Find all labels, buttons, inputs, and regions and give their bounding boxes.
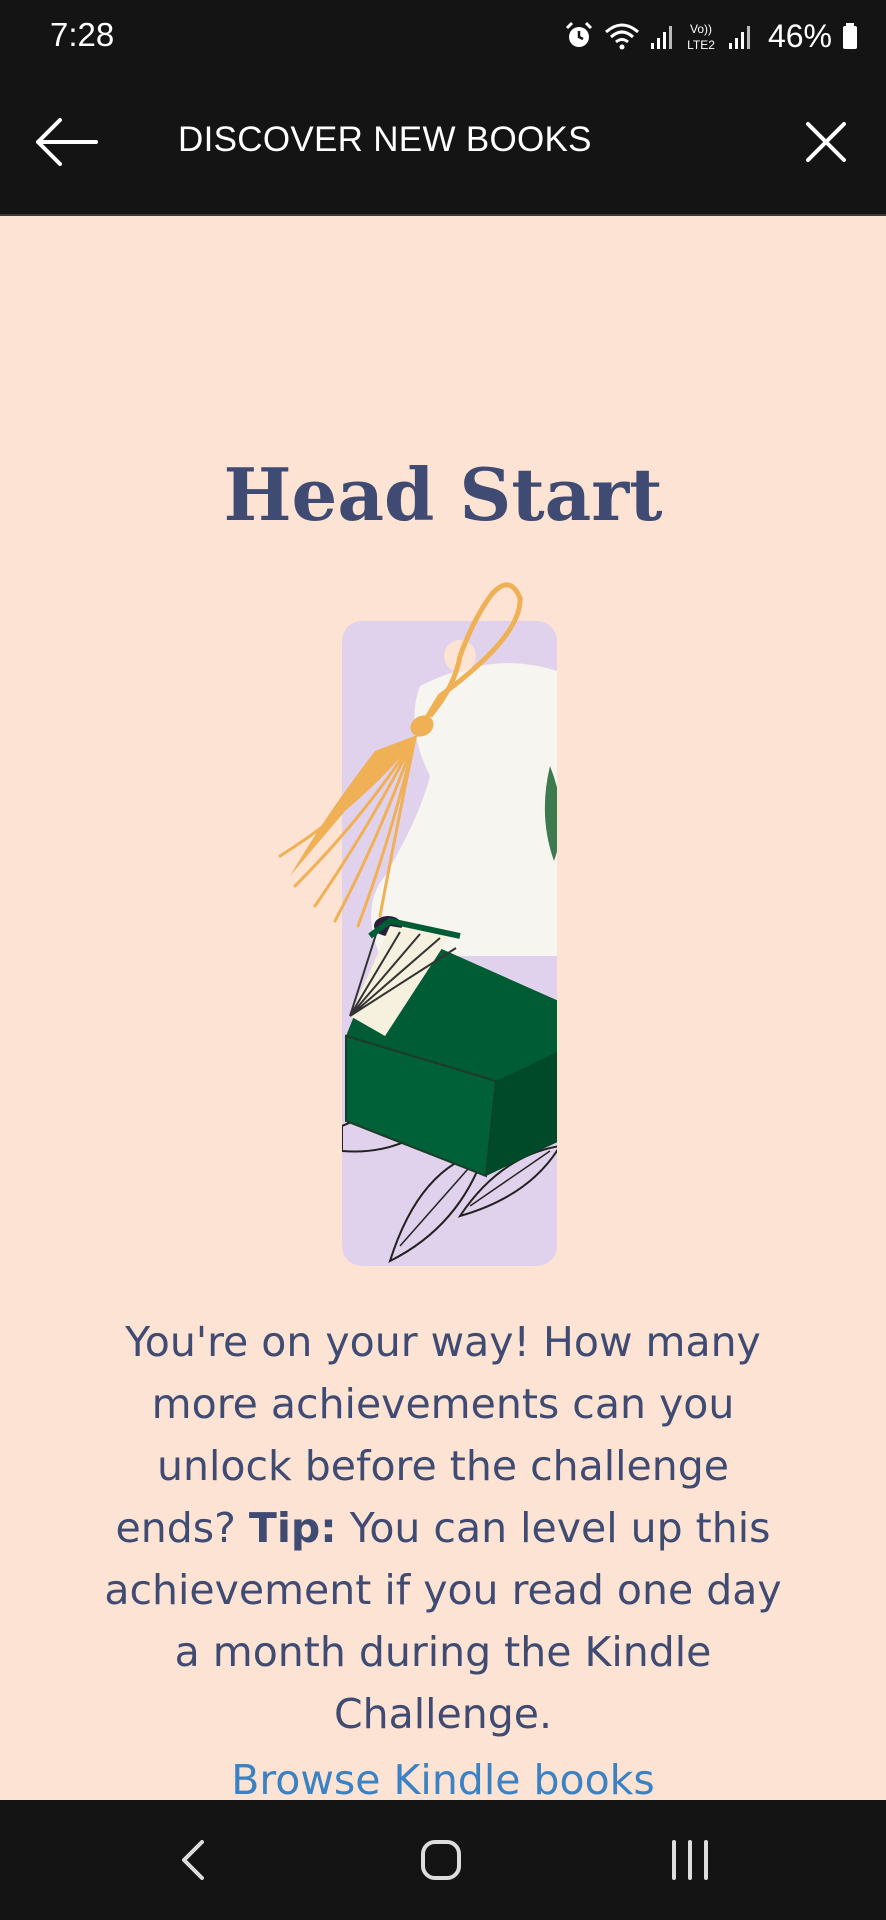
- close-icon: [806, 122, 846, 162]
- status-icons: Vo)) LTE2 46%: [564, 14, 858, 58]
- browse-kindle-books-link[interactable]: Browse Kindle books: [0, 1756, 886, 1800]
- battery-icon: [843, 23, 857, 49]
- app-bar: DISCOVER NEW BOOKS: [0, 72, 886, 216]
- signal-icon: [650, 26, 672, 49]
- nav-back-icon: [182, 1840, 204, 1880]
- achievement-title: Head Start: [223, 452, 663, 537]
- achievement-content: Head Start You're on your way! How many …: [0, 216, 886, 1800]
- nav-home-icon: [421, 1840, 461, 1880]
- volte-icon: Vo)) LTE2: [687, 22, 715, 52]
- alarm-icon: [565, 21, 593, 47]
- signal-icon: [728, 26, 750, 49]
- system-nav-bar: [0, 1800, 886, 1920]
- status-time: 7:28: [50, 16, 115, 53]
- back-button[interactable]: [30, 112, 100, 172]
- bookmark-illustration: [278, 582, 557, 1266]
- tip-label: Tip:: [248, 1504, 337, 1552]
- nav-back-button[interactable]: [154, 1828, 234, 1892]
- status-bar: 7:28 Vo)) LTE2 46%: [0, 0, 886, 72]
- arrow-left-icon: [36, 118, 98, 166]
- wifi-icon: [604, 23, 639, 50]
- nav-recents-icon: [672, 1840, 708, 1880]
- page-title: DISCOVER NEW BOOKS: [178, 120, 592, 159]
- nav-recents-button[interactable]: [650, 1828, 730, 1892]
- close-button[interactable]: [796, 112, 856, 172]
- svg-text:Vo)): Vo)): [690, 22, 712, 36]
- achievement-description: You're on your way! How many more achiev…: [100, 1311, 786, 1745]
- svg-text:LTE2: LTE2: [687, 38, 715, 52]
- nav-home-button[interactable]: [401, 1828, 481, 1892]
- battery-percent: 46%: [767, 17, 832, 54]
